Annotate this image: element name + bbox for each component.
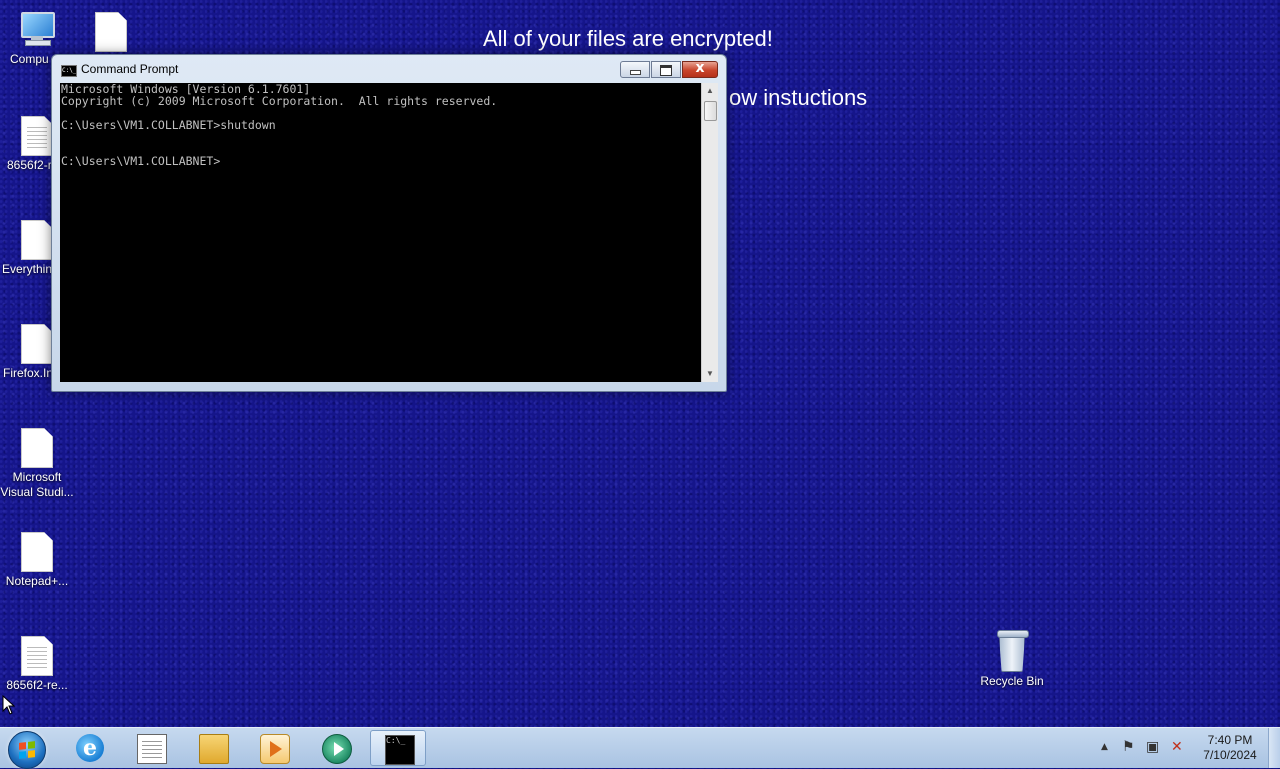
taskbar-internet-explorer[interactable]: e	[62, 730, 118, 766]
close-button[interactable]: x	[682, 60, 718, 78]
system-clock[interactable]: 7:40 PM 7/10/2024	[1198, 733, 1262, 763]
desktop-icon-visual-studio[interactable]: Microsoft Visual Studi...	[0, 428, 74, 500]
window-title: Command Prompt	[81, 62, 179, 76]
console-prompt-line[interactable]: C:\Users\VM1.COLLABNET>	[61, 155, 701, 167]
windows-logo-icon	[19, 741, 35, 759]
clock-date: 7/10/2024	[1203, 748, 1257, 762]
desktop-icon-label-line1: Microsoft	[12, 470, 62, 484]
computer-icon	[17, 10, 57, 50]
folder-icon	[199, 734, 229, 764]
taskbar-windows-explorer[interactable]	[185, 730, 241, 766]
vertical-scrollbar[interactable]: ▲ ▼	[701, 83, 718, 382]
notepad-icon	[137, 734, 167, 764]
recycle-bin-label: Recycle Bin	[980, 674, 1044, 688]
text-file-icon	[21, 116, 53, 156]
wallpaper-instructions-text: ow instuctions	[729, 85, 868, 110]
console-output[interactable]: Microsoft Windows [Version 6.1.7601] Cop…	[60, 83, 701, 382]
volume-muted-icon[interactable]: ✕	[1171, 739, 1183, 755]
taskbar: e C:\_ ▲ ⚑ ▣ ✕ 7:40 PM 7/10/2024	[0, 727, 1280, 769]
file-icon	[21, 532, 53, 572]
internet-explorer-icon: e	[76, 734, 104, 762]
desktop-icon-label-line2: Visual Studi...	[0, 485, 74, 499]
command-prompt-window[interactable]: C:\_ Command Prompt x Microsoft Windows …	[51, 54, 727, 392]
network-icon[interactable]: ▣	[1146, 739, 1159, 755]
show-desktop-button[interactable]	[1268, 728, 1280, 768]
clock-time: 7:40 PM	[1207, 733, 1253, 747]
maximize-button[interactable]	[651, 61, 681, 78]
desktop-icon-label: Notepad+...	[5, 574, 69, 588]
close-icon: x	[695, 60, 705, 76]
media-player-icon	[260, 734, 290, 764]
scroll-down-arrow-icon[interactable]: ▼	[702, 366, 718, 382]
maximize-icon	[660, 65, 672, 76]
command-prompt-icon: C:\_	[385, 735, 415, 765]
file-icon	[21, 220, 53, 260]
desktop-icon-8656f2-readme[interactable]: 8656f2-re...	[0, 636, 74, 693]
wallpaper-headline: All of your files are encrypted!	[483, 26, 773, 51]
console-line: Copyright (c) 2009 Microsoft Corporation…	[61, 94, 498, 108]
taskbar-notepad[interactable]	[123, 730, 179, 766]
text-file-icon	[21, 636, 53, 676]
taskbar-command-prompt[interactable]: C:\_	[370, 730, 426, 766]
circular-arrow-app-icon	[322, 734, 352, 764]
console-line: C:\Users\VM1.COLLABNET>shutdown	[61, 118, 276, 132]
show-hidden-icons-arrow-icon[interactable]: ▲	[1101, 742, 1108, 752]
desktop-icon-notepad-plus[interactable]: Notepad+...	[0, 532, 74, 589]
minimize-icon	[630, 70, 641, 75]
scroll-up-arrow-icon[interactable]: ▲	[702, 83, 718, 99]
desktop-icon-recycle-bin[interactable]: Recycle Bin	[976, 630, 1048, 688]
file-icon	[21, 324, 53, 364]
recycle-bin-icon	[997, 630, 1029, 672]
file-icon	[21, 428, 53, 468]
desktop-icon-file[interactable]	[74, 10, 148, 54]
desktop-icon-label: 8656f2-re...	[6, 678, 68, 692]
minimize-button[interactable]	[620, 61, 650, 78]
window-titlebar[interactable]: C:\_ Command Prompt x	[52, 55, 726, 83]
scrollbar-thumb[interactable]	[704, 101, 717, 121]
file-icon	[95, 12, 127, 52]
start-button[interactable]	[8, 731, 46, 769]
taskbar-circular-app[interactable]	[308, 730, 364, 766]
taskbar-media-player[interactable]	[246, 730, 302, 766]
action-center-flag-icon[interactable]: ⚑	[1122, 739, 1135, 755]
command-prompt-icon: C:\_	[61, 65, 77, 77]
